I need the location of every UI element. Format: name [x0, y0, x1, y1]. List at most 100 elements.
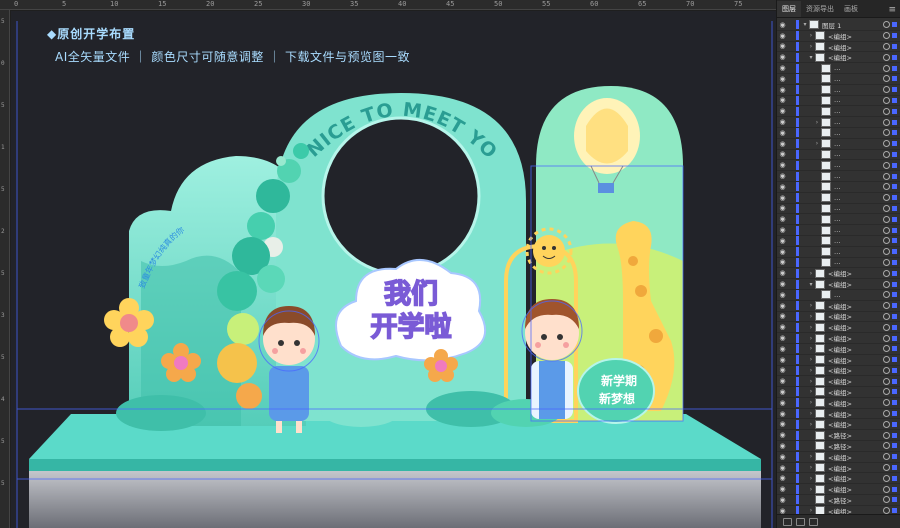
target-icon[interactable] — [883, 53, 890, 61]
target-icon[interactable] — [883, 399, 890, 407]
new-layer-icon[interactable] — [783, 517, 792, 526]
layer-row[interactable]: ◉… — [777, 95, 900, 107]
selection-indicator[interactable] — [892, 184, 897, 190]
eye-icon[interactable]: ◉ — [777, 118, 788, 126]
selection-indicator[interactable] — [892, 432, 897, 438]
eye-icon[interactable]: ◉ — [777, 269, 788, 277]
layer-row[interactable]: ◉ ▾ <编组> — [777, 279, 900, 290]
selection-indicator[interactable] — [892, 335, 897, 341]
eye-icon[interactable]: ◉ — [777, 377, 788, 385]
target-icon[interactable] — [883, 453, 890, 461]
eye-icon[interactable]: ◉ — [777, 194, 788, 202]
target-icon[interactable] — [883, 377, 890, 385]
artboard-canvas[interactable]: ◆原创开学布置 AI全矢量文件 ｜ 颜色尺寸可随意调整 ｜ 下载文件与预览图一致 — [11, 11, 776, 528]
target-icon[interactable] — [883, 161, 890, 169]
selection-indicator[interactable] — [892, 378, 897, 384]
expand-arrow-icon[interactable]: › — [807, 43, 815, 50]
layer-row[interactable]: ◉… — [777, 214, 900, 226]
selection-indicator[interactable] — [892, 465, 897, 471]
layer-row[interactable]: ◉… — [777, 63, 900, 74]
expand-arrow-icon[interactable]: › — [807, 367, 815, 374]
selection-indicator[interactable] — [892, 497, 897, 503]
selection-indicator[interactable] — [892, 486, 897, 492]
selection-indicator[interactable] — [892, 421, 897, 427]
eye-icon[interactable]: ◉ — [777, 42, 788, 50]
layer-row[interactable]: ◉ ›… — [777, 139, 900, 150]
selection-indicator[interactable] — [892, 346, 897, 352]
layer-row[interactable]: ◉… — [777, 203, 900, 215]
target-icon[interactable] — [883, 42, 890, 50]
target-icon[interactable] — [883, 258, 890, 266]
selection-indicator[interactable] — [892, 162, 897, 168]
layers-list[interactable]: ◉ ▾ 图层 1 ◉ › <编组> ◉ › <编组> ◉ ▾ <编组> ◉… ◉… ◉… ◉… ◉… ◉ ›… ◉… ◉… — [777, 20, 900, 514]
selection-indicator[interactable] — [892, 87, 897, 93]
eye-icon[interactable]: ◉ — [777, 507, 788, 514]
target-icon[interactable] — [883, 291, 890, 299]
eye-icon[interactable]: ◉ — [777, 345, 788, 353]
selection-indicator[interactable] — [892, 238, 897, 244]
expand-arrow-icon[interactable]: › — [807, 270, 815, 277]
eye-icon[interactable]: ◉ — [777, 312, 788, 320]
layer-row[interactable]: ◉ › <编组> — [777, 452, 900, 463]
target-icon[interactable] — [883, 302, 890, 310]
layer-row[interactable]: ◉… — [777, 247, 900, 258]
layer-row[interactable]: ◉… — [777, 149, 900, 161]
target-icon[interactable] — [883, 280, 890, 288]
selection-indicator[interactable] — [892, 324, 897, 330]
expand-arrow-icon[interactable]: › — [807, 324, 815, 331]
layer-row[interactable]: ◉… — [777, 106, 900, 118]
layer-row[interactable]: ◉ › <编组> — [777, 311, 900, 323]
eye-icon[interactable]: ◉ — [777, 442, 788, 450]
target-icon[interactable] — [883, 86, 890, 94]
layer-row[interactable]: ◉ › <编组> — [777, 41, 900, 53]
target-icon[interactable] — [883, 215, 890, 223]
layer-row[interactable]: ◉ <路径> — [777, 430, 900, 442]
layer-row[interactable]: ◉… — [777, 193, 900, 204]
eye-icon[interactable]: ◉ — [777, 150, 788, 158]
target-icon[interactable] — [883, 388, 890, 396]
target-icon[interactable] — [883, 410, 890, 418]
selection-indicator[interactable] — [892, 411, 897, 417]
target-icon[interactable] — [883, 129, 890, 137]
selection-indicator[interactable] — [892, 141, 897, 147]
eye-icon[interactable]: ◉ — [777, 280, 788, 288]
eye-icon[interactable]: ◉ — [777, 453, 788, 461]
eye-icon[interactable]: ◉ — [777, 161, 788, 169]
layer-row[interactable]: ◉ › <编组> — [777, 398, 900, 409]
layer-row[interactable]: ◉ › <编组> — [777, 322, 900, 334]
target-icon[interactable] — [883, 312, 890, 320]
eye-icon[interactable]: ◉ — [777, 474, 788, 482]
layer-row[interactable]: ◉ › <编组> — [777, 409, 900, 420]
target-icon[interactable] — [883, 237, 890, 245]
selection-indicator[interactable] — [892, 130, 897, 136]
layer-row[interactable]: ◉… — [777, 182, 900, 193]
selection-indicator[interactable] — [892, 270, 897, 276]
layer-row[interactable]: ◉ › <编组> — [777, 344, 900, 355]
eye-icon[interactable]: ◉ — [777, 431, 788, 439]
trash-icon[interactable] — [809, 517, 818, 526]
layer-row[interactable]: ◉… — [777, 171, 900, 182]
layer-row[interactable]: ◉… — [777, 160, 900, 172]
layer-row[interactable]: ◉ › <编组> — [777, 355, 900, 366]
layer-row[interactable]: ◉ › <编组> — [777, 31, 900, 42]
layer-row[interactable]: ◉… — [777, 290, 900, 301]
tab-artboards[interactable]: 画板 — [839, 1, 863, 17]
layer-row[interactable]: ◉… — [777, 225, 900, 236]
target-icon[interactable] — [883, 507, 890, 514]
layer-row[interactable]: ◉ <路径> — [777, 495, 900, 506]
target-icon[interactable] — [883, 345, 890, 353]
selection-indicator[interactable] — [892, 443, 897, 449]
eye-icon[interactable]: ◉ — [777, 366, 788, 374]
selection-indicator[interactable] — [892, 400, 897, 406]
target-icon[interactable] — [883, 485, 890, 493]
layer-row[interactable]: ◉ › <编组> — [777, 473, 900, 485]
layer-row[interactable]: ◉ › <编组> — [777, 484, 900, 496]
layer-row[interactable]: ◉… — [777, 257, 900, 269]
selection-indicator[interactable] — [892, 195, 897, 201]
selection-indicator[interactable] — [892, 173, 897, 179]
expand-arrow-icon[interactable]: › — [807, 453, 815, 460]
eye-icon[interactable]: ◉ — [777, 140, 788, 148]
eye-icon[interactable]: ◉ — [777, 496, 788, 504]
target-icon[interactable] — [883, 140, 890, 148]
selection-indicator[interactable] — [892, 108, 897, 114]
